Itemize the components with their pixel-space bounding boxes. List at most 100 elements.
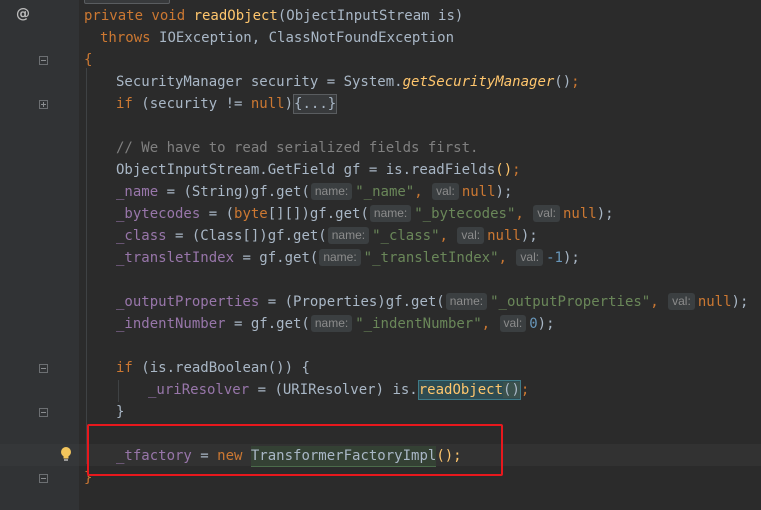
- null-literal: null: [250, 96, 285, 112]
- code-line: _outputProperties = (Properties)gf.get(n…: [116, 291, 748, 313]
- code-text: = (Class[])gf.get(: [166, 228, 327, 244]
- override-icon[interactable]: @: [16, 6, 30, 22]
- comma: ,: [439, 228, 448, 244]
- code-line: if (security != null){...}: [116, 93, 338, 115]
- comma: ,: [498, 250, 507, 266]
- code-text: (is.readBoolean()) {: [141, 360, 310, 376]
- comment: // We have to read serialized fields fir…: [116, 140, 479, 156]
- param-hint: val:: [668, 293, 695, 310]
- field-name: _indentNumber: [116, 316, 226, 332]
- param-hint: name:: [445, 293, 488, 310]
- code-text: = (: [200, 206, 235, 222]
- params: (ObjectInputStream is): [277, 8, 464, 24]
- keyword: throws: [100, 30, 160, 46]
- folded-code-block[interactable]: {...}: [293, 94, 338, 114]
- expand-fold-icon[interactable]: [39, 100, 48, 109]
- null-literal: null: [487, 228, 521, 244]
- code-text: = (String)gf.get(: [158, 184, 310, 200]
- semicolon: ;: [571, 74, 580, 90]
- code-text: [][])gf.get(: [267, 206, 369, 222]
- code-text: );: [495, 184, 513, 200]
- fold-icon[interactable]: [39, 408, 48, 417]
- code-line: _class = (Class[])gf.get(name: "_class", …: [116, 225, 538, 247]
- indent-guide: [118, 380, 119, 402]
- code-line: {: [84, 49, 92, 71]
- field-name: _name: [116, 184, 159, 200]
- indent-guide: [86, 68, 87, 464]
- lightbulb-icon[interactable]: [59, 446, 73, 462]
- code-text: );: [731, 294, 749, 310]
- paren-close: ): [511, 382, 520, 398]
- code-text: ObjectInputStream.GetField gf = is.readF…: [116, 162, 496, 178]
- comma: ,: [481, 316, 491, 332]
- param-hint: val:: [533, 205, 560, 222]
- param-hint: name:: [369, 205, 412, 222]
- semicolon: ;: [512, 162, 521, 178]
- fold-icon[interactable]: [39, 474, 48, 483]
- field-name: _outputProperties: [116, 294, 260, 310]
- method-name: readObject: [193, 8, 278, 24]
- annotation-highlight-box: [87, 424, 503, 476]
- param-hint: name:: [310, 183, 353, 200]
- code-text: SecurityManager security = System.: [116, 74, 403, 90]
- code-text: = gf.get(: [234, 250, 319, 266]
- code-text: );: [537, 316, 555, 332]
- field-name: _transletIndex: [116, 250, 235, 266]
- close-brace: }: [116, 404, 125, 420]
- field-name: _class: [116, 228, 167, 244]
- param-hint: val:: [516, 249, 544, 266]
- code-text: );: [520, 228, 538, 244]
- method-call: readObject: [418, 382, 504, 398]
- code-line: _uriResolver = (URIResolver) is.readObje…: [148, 379, 529, 401]
- code-line: _bytecodes = (byte[][])gf.get(name: "_byt…: [116, 203, 614, 225]
- number-literal: 0: [529, 316, 538, 332]
- fold-icon[interactable]: [39, 56, 48, 65]
- string-literal: "_outputProperties": [490, 294, 651, 310]
- code-text: = (URIResolver) is.: [249, 382, 418, 398]
- code-text: );: [596, 206, 614, 222]
- string-literal: "_bytecodes": [414, 206, 516, 222]
- code-text: = (Properties)gf.get(: [259, 294, 445, 310]
- param-hint: name:: [319, 249, 361, 266]
- number-literal: -1: [546, 250, 563, 266]
- string-literal: "_name": [355, 184, 415, 200]
- fold-icon[interactable]: [39, 364, 48, 373]
- code-line: _transletIndex = gf.get(name: "_transletI…: [116, 247, 580, 269]
- keyword: byte: [234, 206, 268, 222]
- param-hint: val:: [499, 315, 527, 332]
- param-hint: val:: [432, 183, 459, 200]
- code-line: }: [116, 401, 124, 423]
- field-name: _bytecodes: [116, 206, 201, 222]
- string-literal: "_class": [372, 228, 440, 244]
- param-hint: name:: [327, 227, 370, 244]
- keyword: if: [116, 360, 142, 376]
- code-text: );: [562, 250, 580, 266]
- method-call: getSecurityManager: [402, 74, 555, 90]
- semicolon: ;: [520, 382, 530, 398]
- keyword: private void: [84, 8, 194, 24]
- comma: ,: [650, 294, 659, 310]
- string-literal: "_indentNumber": [355, 316, 482, 332]
- null-literal: null: [562, 206, 597, 222]
- code-text: = gf.get(: [225, 316, 310, 332]
- comma: ,: [414, 184, 423, 200]
- read-object-call[interactable]: readObject(): [417, 380, 521, 400]
- code-line: _name = (String)gf.get(name: "_name", val…: [116, 181, 512, 203]
- exceptions: IOException, ClassNotFoundException: [159, 30, 455, 46]
- parens: (): [495, 162, 513, 178]
- code-text: (security !=: [141, 96, 251, 112]
- folded-region-above[interactable]: [84, 0, 170, 4]
- param-hint: name:: [310, 315, 353, 332]
- parens: (): [554, 74, 572, 90]
- code-editor[interactable]: @ private void readObject(ObjectInputStr…: [0, 0, 761, 510]
- field-name: _uriResolver: [148, 382, 250, 398]
- open-brace: {: [84, 52, 93, 68]
- string-literal: "_transletIndex": [363, 250, 499, 266]
- keyword: if: [116, 96, 142, 112]
- comma: ,: [515, 206, 524, 222]
- code-line: _indentNumber = gf.get(name: "_indentNumb…: [116, 313, 555, 335]
- param-hint: val:: [457, 227, 485, 244]
- code-line: ObjectInputStream.GetField gf = is.readF…: [116, 159, 521, 181]
- null-literal: null: [697, 294, 732, 310]
- code-line: if (is.readBoolean()) {: [116, 357, 310, 379]
